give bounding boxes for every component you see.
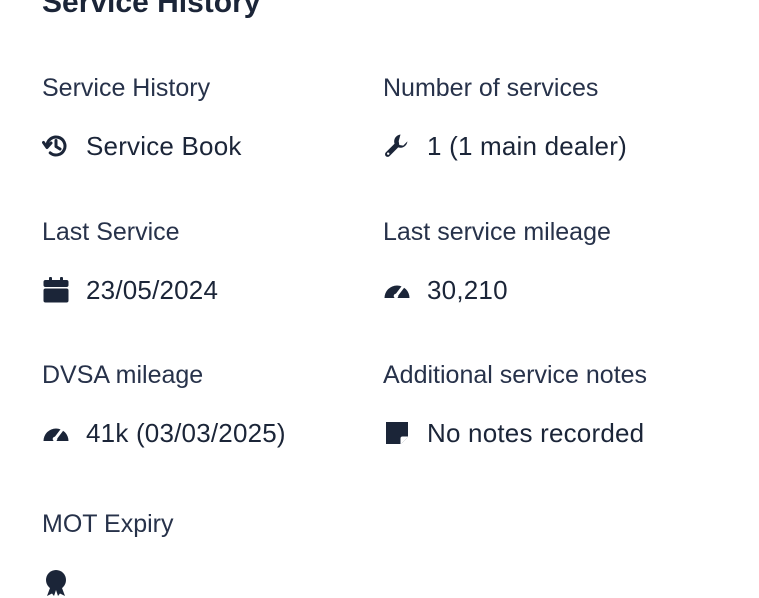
dvsa-mileage-label: DVSA mileage xyxy=(42,361,204,389)
note-icon xyxy=(383,418,413,448)
additional-service-notes-label: Additional service notes xyxy=(383,361,648,389)
last-service-label: Last Service xyxy=(42,218,180,246)
dvsa-mileage-value-row: 41k (03/03/2025) xyxy=(42,417,372,449)
last-service-mileage-field: Last service mileage 30,210 xyxy=(383,217,713,306)
last-service-field: Last Service 23/05/2024 xyxy=(42,217,372,306)
service-history-value-row: Service Book xyxy=(42,130,372,162)
dvsa-mileage-field: DVSA mileage 41k (03/03/2025) xyxy=(42,360,372,449)
history-icon xyxy=(42,131,72,161)
last-service-mileage-label: Last service mileage xyxy=(383,218,611,246)
service-history-value: Service Book xyxy=(86,130,242,161)
number-of-services-field: Number of services 1 (1 main dealer) xyxy=(383,73,713,162)
number-of-services-label: Number of services xyxy=(383,74,599,102)
wrench-icon xyxy=(383,131,413,161)
calendar-icon xyxy=(42,275,72,305)
speedometer-icon xyxy=(42,418,72,448)
service-history-label: Service History xyxy=(42,74,211,102)
mot-expiry-field: MOT Expiry xyxy=(42,509,372,598)
last-service-value: 23/05/2024 xyxy=(86,274,219,305)
certificate-icon xyxy=(42,567,72,597)
dvsa-mileage-value: 41k (03/03/2025) xyxy=(86,417,286,448)
additional-service-notes-value-row: No notes recorded xyxy=(383,417,713,449)
speedometer-icon xyxy=(383,275,413,305)
service-details-grid: Service History Service Book Number of s… xyxy=(42,0,742,596)
service-history-field: Service History Service Book xyxy=(42,73,372,162)
number-of-services-value-row: 1 (1 main dealer) xyxy=(383,130,713,162)
additional-service-notes-field: Additional service notes No notes record… xyxy=(383,360,713,449)
mot-expiry-value-row xyxy=(42,566,372,598)
number-of-services-value: 1 (1 main dealer) xyxy=(427,130,627,161)
mot-expiry-label: MOT Expiry xyxy=(42,510,174,538)
additional-service-notes-value: No notes recorded xyxy=(427,417,645,448)
last-service-mileage-value: 30,210 xyxy=(427,274,508,305)
last-service-mileage-value-row: 30,210 xyxy=(383,274,713,306)
last-service-value-row: 23/05/2024 xyxy=(42,274,372,306)
